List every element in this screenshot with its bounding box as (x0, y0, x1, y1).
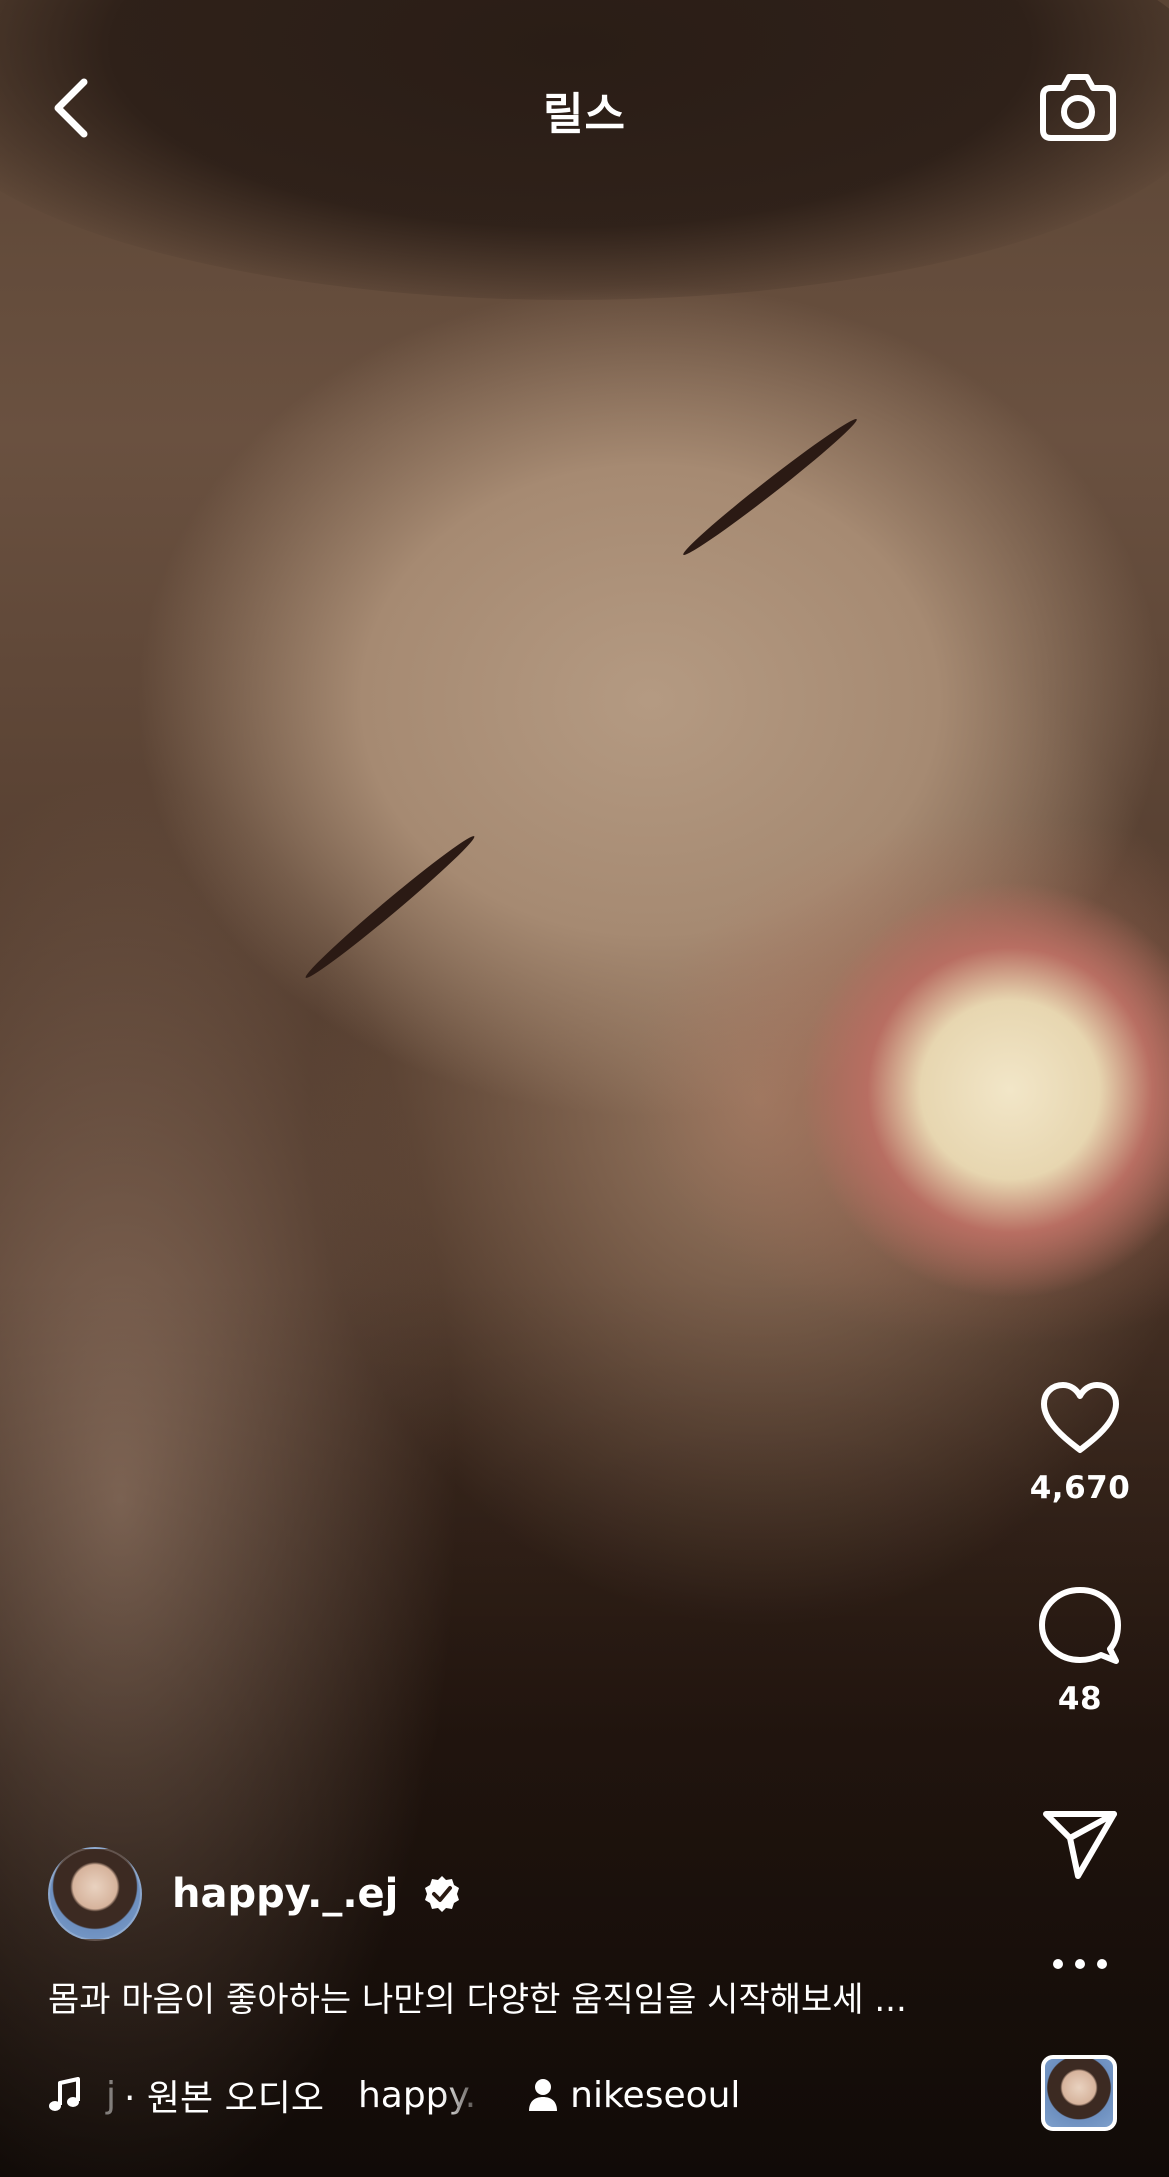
music-note-icon (49, 2077, 80, 2111)
audio-prefix: j (106, 2074, 117, 2116)
send-icon[interactable] (1040, 1808, 1120, 1880)
video-eye-right (679, 413, 861, 561)
person-icon (529, 2079, 558, 2111)
comment-action: 48 (1025, 1585, 1135, 1717)
like-count: 4,670 (1029, 1470, 1131, 1506)
tagged-user-link[interactable]: nikeseoul (570, 2075, 740, 2116)
avatar[interactable] (48, 1847, 142, 1941)
more-action (1025, 1954, 1135, 1974)
caption-text[interactable]: 몸과 마음이 좋아하는 나만의 다양한 움직임을 시작해보세 ... (48, 1972, 1008, 2021)
share-action (1025, 1808, 1135, 1880)
camera-button[interactable] (1037, 68, 1119, 146)
video-eye-left (301, 830, 479, 984)
audio-row: j · 원본 오디오 happy. nikeseoul (48, 2070, 740, 2120)
author-row: happy._.ej (48, 1847, 462, 1941)
like-action: 4,670 (1025, 1380, 1135, 1506)
comment-count: 48 (1057, 1681, 1103, 1717)
comment-bubble-icon[interactable] (1038, 1585, 1122, 1667)
audio-ticker[interactable]: happy. (358, 2075, 476, 2116)
audio-thumbnail[interactable] (1041, 2055, 1117, 2131)
verified-badge-icon (425, 1876, 460, 1912)
username[interactable]: happy._.ej (172, 1871, 398, 1917)
video-bottom-shade (0, 1277, 1169, 2177)
reels-screen: 릴스 4,670 48 happy._.ej 몸과 마음이 좋아하는 나만의 다… (0, 0, 1169, 2177)
top-bar: 릴스 (0, 0, 1169, 220)
camera-icon (1040, 74, 1116, 141)
heart-icon[interactable] (1038, 1380, 1122, 1456)
more-horizontal-icon[interactable] (1050, 1954, 1110, 1974)
page-title: 릴스 (543, 89, 626, 140)
original-audio-link[interactable]: · 원본 오디오 (124, 2069, 324, 2121)
